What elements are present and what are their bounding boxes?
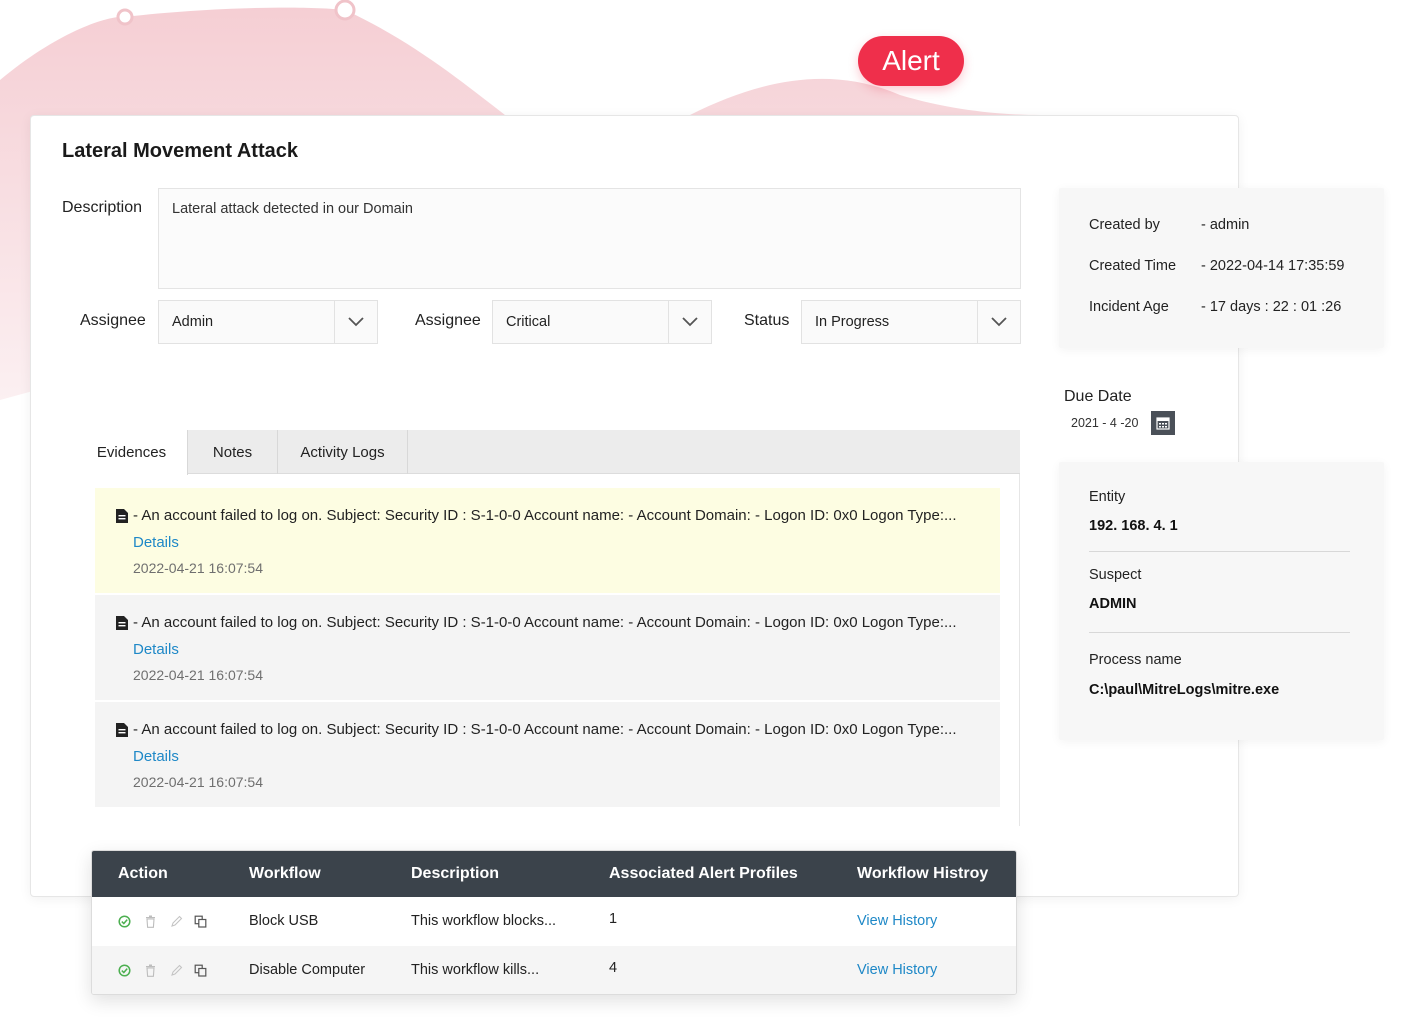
evidence-text: - An account failed to log on. Subject: … bbox=[133, 507, 957, 524]
chevron-down-icon[interactable] bbox=[334, 301, 377, 343]
evidence-time: 2022-04-21 16:07:54 bbox=[133, 560, 263, 576]
copy-icon[interactable] bbox=[194, 964, 207, 977]
entity-label: Entity bbox=[1089, 489, 1126, 505]
tab-evidences[interactable]: Evidences bbox=[76, 430, 188, 475]
severity-value: Critical bbox=[506, 314, 551, 330]
suspect-label: Suspect bbox=[1089, 567, 1142, 583]
document-icon bbox=[115, 722, 129, 738]
incident-title: Lateral Movement Attack bbox=[62, 140, 298, 162]
check-circle-icon[interactable] bbox=[118, 964, 131, 977]
evidence-time: 2022-04-21 16:07:54 bbox=[133, 774, 263, 790]
pencil-icon[interactable] bbox=[170, 964, 183, 977]
check-circle-icon[interactable] bbox=[118, 915, 131, 928]
view-history-link[interactable]: View History bbox=[857, 962, 937, 978]
process-name-label: Process name bbox=[1089, 652, 1182, 668]
incident-meta-panel: Created by - admin Created Time - 2022-0… bbox=[1059, 188, 1384, 348]
evidence-text: - An account failed to log on. Subject: … bbox=[133, 614, 957, 631]
incident-screen: Alert Lateral Movement Attack Descriptio… bbox=[0, 0, 1408, 1022]
process-name-value: C:\paul\MitreLogs\mitre.exe bbox=[1089, 682, 1280, 698]
created-by-value: - admin bbox=[1201, 217, 1250, 233]
divider bbox=[1089, 632, 1350, 633]
evidence-item: - An account failed to log on. Subject: … bbox=[95, 702, 1000, 807]
status-value: In Progress bbox=[815, 314, 890, 330]
created-by-label: Created by bbox=[1089, 217, 1160, 233]
alert-badge: Alert bbox=[858, 36, 964, 86]
severity-select[interactable]: Critical bbox=[492, 300, 712, 344]
tab-panel-border bbox=[1019, 474, 1020, 826]
trash-icon[interactable] bbox=[145, 964, 156, 977]
details-link[interactable]: Details bbox=[133, 748, 179, 765]
incident-age-label: Incident Age bbox=[1089, 299, 1169, 315]
created-time-value: - 2022-04-14 17:35:59 bbox=[1201, 258, 1345, 274]
evidence-item: - An account failed to log on. Subject: … bbox=[95, 488, 1000, 593]
alert-profiles-count: 1 bbox=[609, 911, 618, 927]
workflow-description: This workflow blocks... bbox=[411, 913, 557, 929]
trash-icon[interactable] bbox=[145, 915, 156, 928]
details-link[interactable]: Details bbox=[133, 534, 179, 551]
column-header-workflow-history: Workflow Histroy bbox=[857, 865, 989, 882]
column-header-alert-profiles: Associated Alert Profiles bbox=[609, 865, 798, 882]
details-link[interactable]: Details bbox=[133, 641, 179, 658]
assignee-select[interactable]: Admin bbox=[158, 300, 378, 344]
suspect-value: ADMIN bbox=[1089, 596, 1137, 612]
incident-age-value: - 17 days : 22 : 01 :26 bbox=[1201, 299, 1342, 315]
assignee-value: Admin bbox=[172, 314, 214, 330]
alert-profiles-count: 4 bbox=[609, 960, 618, 976]
tab-notes[interactable]: Notes bbox=[188, 430, 278, 474]
workflow-description: This workflow kills... bbox=[411, 962, 540, 978]
evidence-time: 2022-04-21 16:07:54 bbox=[133, 667, 263, 683]
view-history-link[interactable]: View History bbox=[857, 913, 937, 929]
tab-bar: Evidences Notes Activity Logs bbox=[76, 430, 1020, 475]
status-label: Status bbox=[744, 312, 790, 329]
column-header-action: Action bbox=[118, 865, 168, 882]
column-header-description: Description bbox=[411, 865, 500, 882]
entity-value: 192. 168. 4. 1 bbox=[1089, 518, 1178, 534]
document-icon bbox=[115, 615, 129, 631]
evidence-text: - An account failed to log on. Subject: … bbox=[133, 721, 957, 738]
document-icon bbox=[115, 508, 129, 524]
workflow-name: Block USB bbox=[249, 913, 319, 929]
column-header-workflow: Workflow bbox=[249, 865, 321, 882]
workflow-table: Action Workflow Description Associated A… bbox=[91, 850, 1017, 995]
description-label: Description bbox=[62, 199, 143, 216]
severity-label: Assignee bbox=[415, 312, 481, 329]
chevron-down-icon[interactable] bbox=[668, 301, 711, 343]
description-field[interactable]: Lateral attack detected in our Domain bbox=[158, 188, 1021, 289]
tab-activity-logs[interactable]: Activity Logs bbox=[278, 430, 408, 474]
due-date-label: Due Date bbox=[1064, 388, 1132, 405]
workflow-name: Disable Computer bbox=[249, 962, 366, 978]
created-time-label: Created Time bbox=[1089, 258, 1177, 274]
status-select[interactable]: In Progress bbox=[801, 300, 1021, 344]
pencil-icon[interactable] bbox=[170, 915, 183, 928]
copy-icon[interactable] bbox=[194, 915, 207, 928]
assignee-label: Assignee bbox=[80, 312, 146, 329]
calendar-icon[interactable] bbox=[1151, 411, 1175, 435]
table-row: Disable Computer This workflow kills... … bbox=[92, 946, 1016, 994]
chevron-down-icon[interactable] bbox=[977, 301, 1020, 343]
table-header: Action Workflow Description Associated A… bbox=[92, 851, 1016, 897]
divider bbox=[1089, 551, 1350, 552]
due-date-input[interactable]: 2021 - 4 -20 bbox=[1064, 411, 1152, 435]
table-row: Block USB This workflow blocks... 1 View… bbox=[92, 897, 1016, 946]
evidence-item: - An account failed to log on. Subject: … bbox=[95, 595, 1000, 700]
